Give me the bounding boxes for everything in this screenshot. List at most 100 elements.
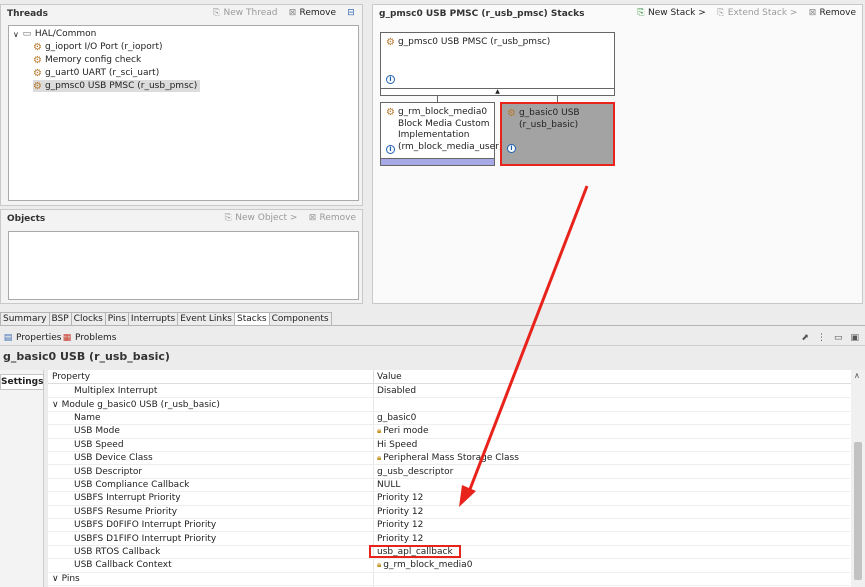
column-header-property[interactable]: Property bbox=[52, 372, 90, 382]
maximize-icon[interactable]: ▣ bbox=[850, 333, 859, 343]
tab-components[interactable]: Components bbox=[268, 312, 332, 325]
tree-item-memory-check[interactable]: ⚙ Memory config check bbox=[33, 54, 141, 66]
table-header: Property Value bbox=[48, 370, 851, 384]
new-object-icon: ⎘ bbox=[224, 213, 232, 223]
settings-tab-label: Settings bbox=[0, 374, 44, 390]
component-expand-bar[interactable]: ▲ bbox=[381, 88, 614, 95]
property-value[interactable]: Hi Speed bbox=[377, 440, 417, 450]
properties-tab-label: Properties bbox=[16, 333, 62, 343]
property-value-text: g_basic0 bbox=[377, 412, 417, 423]
tab-event-links[interactable]: Event Links bbox=[177, 312, 235, 325]
table-row[interactable]: ∨ Pins bbox=[48, 573, 850, 586]
property-name: Name bbox=[74, 412, 101, 423]
property-value[interactable]: Disabled bbox=[377, 386, 416, 396]
property-value[interactable]: NULL bbox=[377, 480, 400, 490]
table-row[interactable]: USB Speed Hi Speed bbox=[48, 439, 850, 452]
pin-view-icon[interactable]: ⬈ bbox=[801, 333, 809, 343]
table-row[interactable]: USB RTOS Callback usb_apl_callback bbox=[48, 545, 850, 560]
property-value[interactable]: Priority 12 bbox=[377, 493, 423, 503]
table-row[interactable]: USB Compliance Callback NULL bbox=[48, 479, 850, 493]
tab-stacks[interactable]: Stacks bbox=[234, 312, 270, 325]
chevron-down-icon[interactable]: ∨ bbox=[52, 574, 59, 584]
column-divider bbox=[373, 370, 374, 384]
remove-thread-button[interactable]: ⊠ Remove bbox=[287, 8, 336, 18]
property-value[interactable]: g_usb_descriptor bbox=[377, 467, 453, 477]
property-name: ∨ Pins bbox=[52, 574, 80, 584]
tree-item-label: g_pmsc0 USB PMSC (r_usb_pmsc) bbox=[44, 81, 198, 91]
tab-summary[interactable]: Summary bbox=[0, 312, 50, 325]
extend-stack-button[interactable]: ⎘ Extend Stack > bbox=[716, 8, 797, 18]
column-header-value[interactable]: Value bbox=[377, 372, 402, 382]
property-value[interactable]: 🔒︎ Peri mode bbox=[377, 426, 429, 436]
tree-item-pmsc[interactable]: ⚙ g_pmsc0 USB PMSC (r_usb_pmsc) bbox=[33, 80, 201, 92]
table-row[interactable]: USB Descriptor g_usb_descriptor bbox=[48, 465, 850, 479]
component-label: g_basic0 USB (r_usb_basic) bbox=[518, 108, 580, 130]
properties-heading: g_basic0 USB (r_usb_basic) bbox=[3, 350, 170, 363]
scrollbar-thumb[interactable] bbox=[854, 442, 862, 580]
chevron-down-icon[interactable]: ∨ bbox=[13, 30, 19, 39]
property-name: USB Descriptor bbox=[74, 466, 143, 477]
property-value[interactable]: 🔒︎ Peripheral Mass Storage Class bbox=[377, 453, 519, 463]
component-pmsc[interactable]: ⚙ g_pmsc0 USB PMSC (r_usb_pmsc) i ▲ bbox=[380, 32, 615, 96]
table-row[interactable]: USBFS D1FIFO Interrupt Priority Priority … bbox=[48, 532, 850, 546]
info-icon[interactable]: i bbox=[507, 144, 516, 153]
property-value-text: Priority 12 bbox=[377, 533, 424, 544]
property-value[interactable]: Priority 12 bbox=[377, 534, 423, 544]
threads-panel: Threads ⎘ New Thread ⊠ Remove ⊟ ∨ ▭ HAL/Comm… bbox=[0, 4, 363, 206]
property-name: USBFS Interrupt Priority bbox=[74, 493, 181, 504]
scroll-up-icon[interactable]: ∧ bbox=[854, 371, 860, 380]
folder-icon: ▭ bbox=[22, 29, 32, 39]
table-row[interactable]: USB Device Class 🔒︎ Peripheral Mass Storag… bbox=[48, 452, 850, 466]
property-value[interactable]: 🔒︎ g_rm_block_media0 bbox=[377, 560, 472, 570]
lock-icon: 🔒︎ bbox=[377, 560, 382, 570]
component-block-media[interactable]: ⚙ g_rm_block_media0 Block Media Custom Im… bbox=[380, 102, 502, 166]
property-value-text: Priority 12 bbox=[377, 520, 424, 531]
tab-pins[interactable]: Pins bbox=[104, 312, 129, 325]
table-row[interactable]: Name g_basic0 bbox=[48, 412, 850, 426]
tab-interrupts[interactable]: Interrupts bbox=[127, 312, 179, 325]
properties-view-bar: ▤ Properties ▦ Problems ⬈ ⋮ ▭ ▣ bbox=[0, 330, 865, 346]
property-value-text: g_usb_descriptor bbox=[377, 466, 454, 477]
table-row[interactable]: USBFS D0FIFO Interrupt Priority Priority … bbox=[48, 519, 850, 533]
property-value[interactable]: Priority 12 bbox=[377, 507, 423, 517]
table-row[interactable]: USB Mode 🔒︎ Peri mode bbox=[48, 425, 850, 439]
problems-tab-label: Problems bbox=[75, 333, 117, 343]
property-name: USB Compliance Callback bbox=[74, 479, 190, 490]
minimize-icon[interactable]: ▭ bbox=[834, 333, 843, 343]
table-row[interactable]: USB Callback Context 🔒︎ g_rm_block_media0 bbox=[48, 559, 850, 573]
table-row[interactable]: ∨ Module g_basic0 USB (r_usb_basic) bbox=[48, 398, 850, 412]
new-object-button[interactable]: ⎘ New Object > bbox=[223, 213, 298, 223]
tree-item-hal-common[interactable]: ∨ ▭ HAL/Common bbox=[13, 28, 96, 40]
rtos-callback-value[interactable]: usb_apl_callback bbox=[369, 545, 461, 559]
table-row[interactable]: USBFS Interrupt Priority Priority 12 bbox=[48, 492, 850, 506]
tab-clocks[interactable]: Clocks bbox=[70, 312, 106, 325]
remove-object-button[interactable]: ⊠ Remove bbox=[307, 213, 356, 223]
property-value-text: usb_apl_callback bbox=[377, 546, 453, 557]
remove-stack-button[interactable]: ⊠ Remove bbox=[807, 8, 856, 18]
property-value[interactable]: g_basic0 bbox=[377, 413, 416, 423]
new-stack-button[interactable]: ⎘ New Stack > bbox=[636, 8, 705, 18]
editor-tabs: Summary BSP Clocks Pins Interrupts Event… bbox=[0, 312, 332, 325]
property-value[interactable]: Priority 12 bbox=[377, 520, 423, 530]
info-icon[interactable]: i bbox=[386, 75, 395, 84]
collapse-all-button[interactable]: ⊟ bbox=[346, 8, 356, 18]
problems-tab[interactable]: ▦ Problems bbox=[62, 333, 117, 343]
vertical-scrollbar[interactable]: ∧ bbox=[851, 370, 865, 587]
table-row[interactable]: USBFS Resume Priority Priority 12 bbox=[48, 506, 850, 519]
property-value-text: NULL bbox=[377, 479, 401, 490]
view-toolbar: ⬈ ⋮ ▭ ▣ bbox=[801, 333, 859, 343]
property-value-text: g_rm_block_media0 bbox=[383, 560, 473, 571]
info-icon[interactable]: i bbox=[386, 145, 395, 154]
tab-bsp[interactable]: BSP bbox=[48, 312, 72, 325]
tree-item-uart[interactable]: ⚙ g_uart0 UART (r_sci_uart) bbox=[33, 67, 159, 79]
tree-item-ioport[interactable]: ⚙ g_ioport I/O Port (r_ioport) bbox=[33, 41, 163, 53]
new-thread-button[interactable]: ⎘ New Thread bbox=[212, 8, 278, 18]
chevron-down-icon[interactable]: ∨ bbox=[52, 400, 59, 410]
component-usb-basic[interactable]: ⚙ g_basic0 USB (r_usb_basic) i bbox=[500, 102, 615, 166]
view-menu-icon[interactable]: ⋮ bbox=[817, 333, 826, 343]
settings-tab[interactable]: Settings bbox=[0, 370, 44, 587]
table-row[interactable]: Multiplex Interrupt Disabled bbox=[48, 385, 850, 399]
properties-tab[interactable]: ▤ Properties bbox=[3, 333, 62, 343]
component-strip bbox=[381, 158, 494, 165]
property-value-text: Hi Speed bbox=[377, 439, 418, 450]
